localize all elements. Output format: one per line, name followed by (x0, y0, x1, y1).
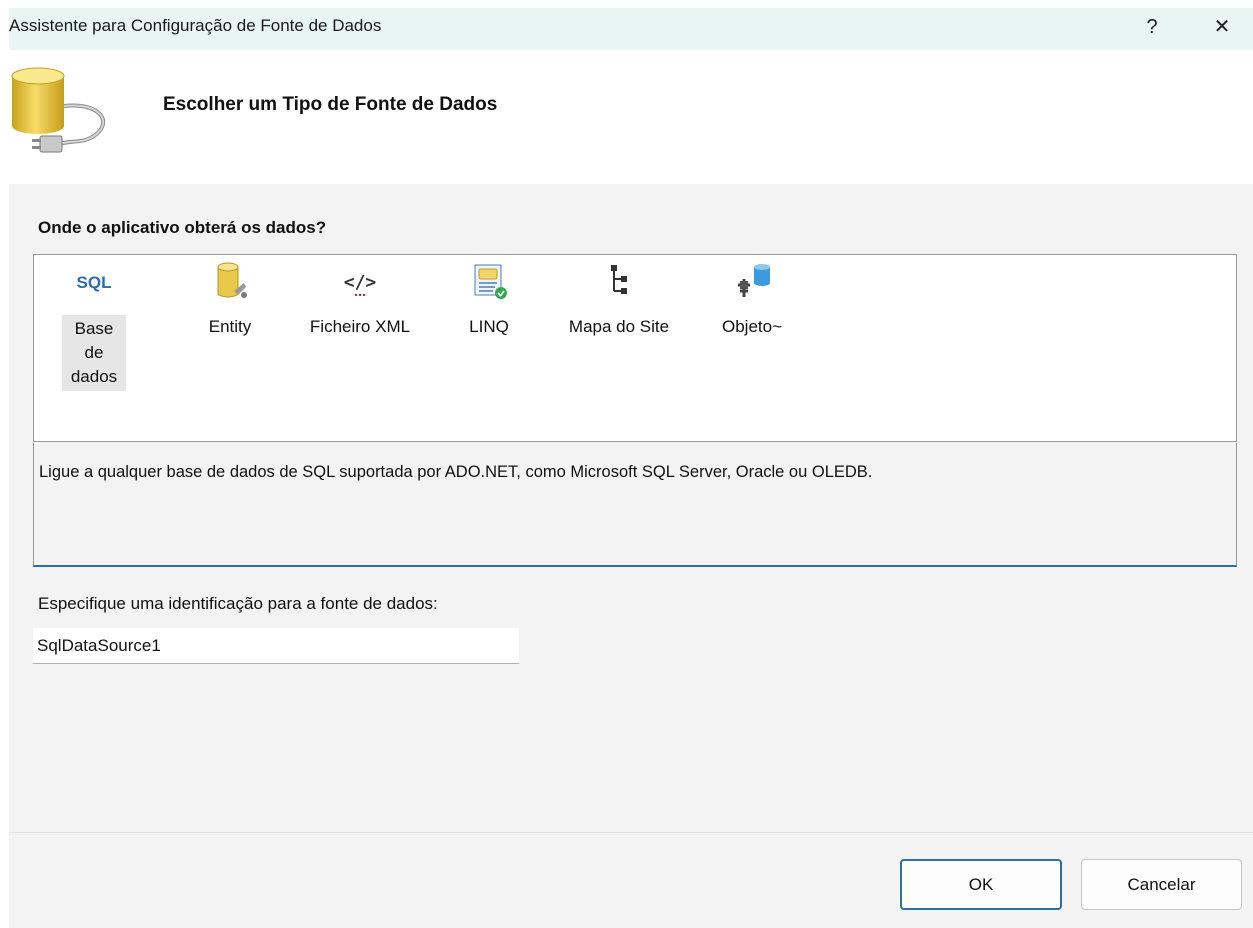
source-type-label: Base de dados (62, 315, 126, 391)
entity-database-icon (217, 262, 247, 298)
source-type-label: Objeto~ (721, 317, 782, 336)
close-button[interactable]: ✕ (1205, 12, 1239, 42)
source-type-entity[interactable]: Entity (194, 261, 266, 339)
source-type-description-panel: Ligue a qualquer base de dados de SQL su… (33, 443, 1237, 567)
cancel-button[interactable]: Cancelar (1081, 859, 1242, 910)
source-type-database[interactable]: SQL Base de dados (62, 261, 126, 391)
database-plug-icon (11, 67, 106, 153)
source-type-label: Entity (208, 317, 252, 336)
page-title: Escolher um Tipo de Fonte de Dados (163, 94, 498, 115)
source-type-label: Ficheiro XML (309, 317, 411, 336)
sitemap-icon (611, 265, 627, 294)
source-type-question: Onde o aplicativo obterá os dados? (38, 218, 327, 237)
title-bar: Assistente para Configuração de Fonte de… (9, 8, 1253, 50)
source-type-description: Ligue a qualquer base de dados de SQL su… (39, 463, 873, 481)
source-type-list: SQL Base de dados Entity </> Ficheiro XM… (33, 254, 1237, 442)
source-type-object[interactable]: Objeto~ (710, 261, 794, 339)
window-title: Assistente para Configuração de Fonte de… (9, 16, 382, 35)
xml-icon: </> (344, 272, 377, 296)
wizard-header: Escolher um Tipo de Fonte de Dados (0, 50, 1253, 184)
source-type-linq[interactable]: LINQ (458, 261, 520, 339)
id-field-label: Especifique uma identificação para a fon… (38, 594, 438, 613)
sql-icon: SQL (77, 273, 112, 292)
source-type-label: LINQ (469, 317, 509, 336)
ok-button[interactable]: OK (900, 859, 1062, 910)
object-icon (738, 264, 770, 297)
source-type-sitemap[interactable]: Mapa do Site (556, 261, 682, 339)
help-button[interactable]: ? (1135, 12, 1169, 42)
svg-text:</>: </> (344, 272, 377, 293)
linq-icon (474, 264, 507, 299)
footer-divider (9, 832, 1253, 833)
svg-text:SQL: SQL (77, 273, 112, 292)
source-type-label: Mapa do Site (568, 317, 670, 336)
source-type-xml[interactable]: </> Ficheiro XML (298, 261, 422, 339)
data-source-id-input[interactable] (33, 628, 519, 664)
